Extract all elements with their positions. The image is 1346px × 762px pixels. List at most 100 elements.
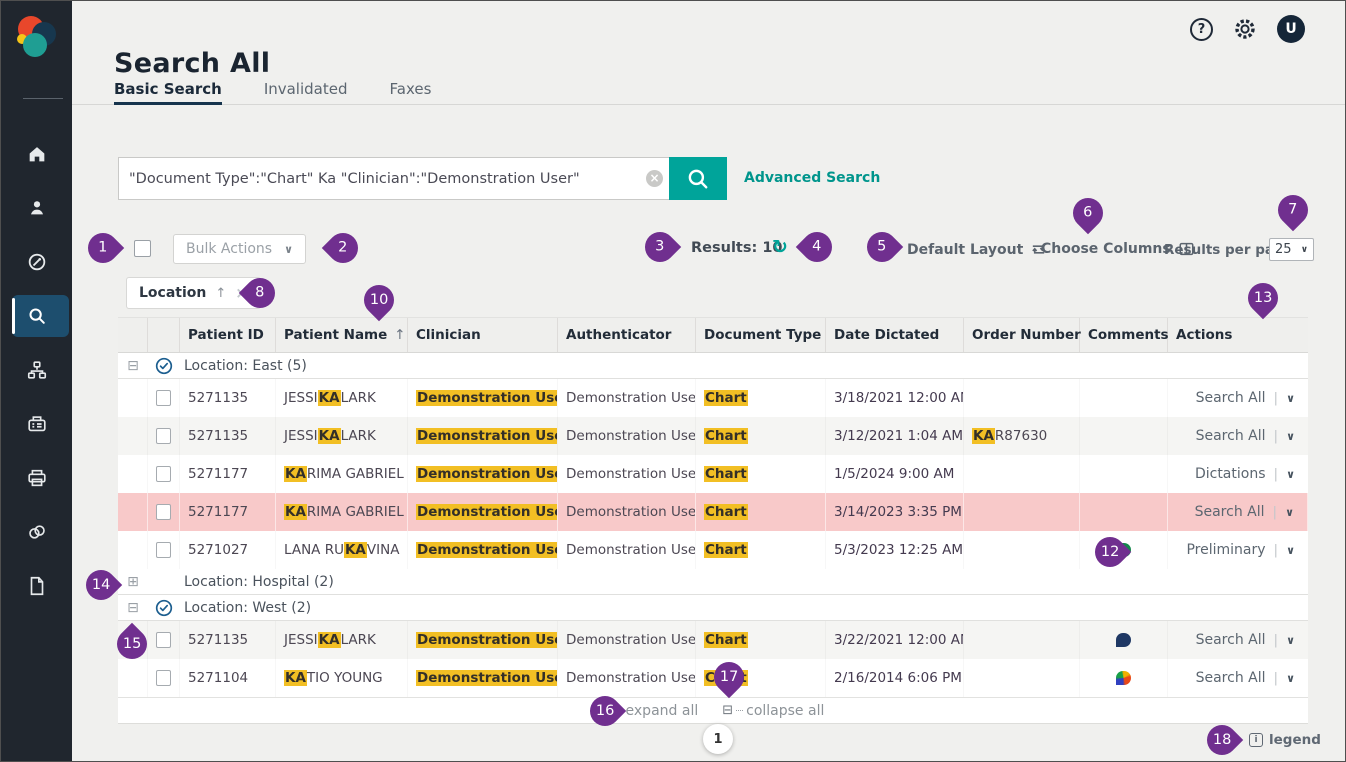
sidebar-nav — [1, 127, 72, 613]
action-chevron-down-icon[interactable]: ∨ — [1286, 392, 1295, 405]
page-button-1[interactable]: 1 — [703, 724, 733, 754]
sidebar-item-documents[interactable] — [1, 559, 72, 613]
action-separator: | — [1274, 466, 1279, 482]
row-action-link[interactable]: Preliminary — [1186, 542, 1265, 558]
group-label: Location: East (5) — [180, 358, 1308, 374]
action-chevron-down-icon[interactable]: ∨ — [1285, 506, 1294, 519]
callout-number: 16 — [596, 703, 614, 719]
text-segment: R87630 — [995, 428, 1047, 444]
search-term-highlight: Chart — [704, 632, 748, 648]
tab-faxes[interactable]: Faxes — [390, 80, 432, 105]
callout-number: 5 — [877, 239, 886, 255]
search-term-highlight: KA — [972, 428, 995, 444]
column-header-order-number[interactable]: Order Number — [964, 318, 1080, 352]
legend-button[interactable]: i legend — [1249, 732, 1321, 748]
cell-order-number — [964, 455, 1080, 493]
callout-badge-14: 14 — [80, 564, 122, 606]
search-term-highlight: KA — [344, 542, 367, 558]
sidebar-item-home[interactable] — [1, 127, 72, 181]
action-chevron-down-icon[interactable]: ∨ — [1286, 430, 1295, 443]
row-checkbox[interactable] — [156, 466, 171, 482]
column-header-date-dictated[interactable]: Date Dictated — [826, 318, 964, 352]
sidebar-item-search[interactable] — [1, 289, 72, 343]
help-icon[interactable]: ? — [1190, 18, 1213, 41]
row-action-link[interactable]: Dictations — [1195, 466, 1266, 482]
cell-patient-id: 5271177 — [180, 493, 276, 531]
row-checkbox[interactable] — [156, 428, 171, 444]
select-all-checkbox[interactable] — [134, 240, 151, 257]
row-checkbox[interactable] — [156, 632, 171, 648]
bulk-actions-select[interactable]: Bulk Actions ∨ — [173, 234, 306, 264]
sort-asc-icon[interactable]: ↑ — [394, 327, 405, 343]
action-chevron-down-icon[interactable]: ∨ — [1286, 634, 1295, 647]
cell-clinician: Demonstration User — [408, 417, 558, 455]
column-header-patient-name[interactable]: Patient Name↑ — [276, 318, 408, 352]
comment-bubble-icon[interactable] — [1116, 633, 1131, 647]
search-button[interactable] — [669, 157, 727, 200]
cell-authenticator: Demonstration User — [558, 493, 696, 531]
row-action-link[interactable]: Search All — [1196, 670, 1266, 686]
tab-basic-search[interactable]: Basic Search — [114, 80, 222, 105]
search-term-highlight: KA — [318, 428, 341, 444]
row-checkbox-cell — [148, 531, 180, 569]
row-action-link[interactable]: Search All — [1196, 428, 1266, 444]
cell-order-number — [964, 379, 1080, 417]
cell-patient-name: JESSIKA LARK — [276, 417, 408, 455]
legend-label: legend — [1269, 732, 1321, 748]
sidebar-item-links[interactable] — [1, 505, 72, 559]
column-header-clinician[interactable]: Clinician — [408, 318, 558, 352]
row-action-link[interactable]: Search All — [1195, 504, 1265, 520]
results-per-page-select[interactable]: 25 ∨ — [1269, 238, 1314, 261]
search-term-highlight: Demonstration User — [416, 466, 558, 482]
sidebar-item-worklist[interactable] — [1, 343, 72, 397]
group-check-icon[interactable] — [148, 357, 180, 375]
search-term-highlight: KA — [284, 466, 307, 482]
column-header-document-type[interactable]: Document Type — [696, 318, 826, 352]
row-spacer-cell — [118, 659, 148, 697]
sidebar-item-fax[interactable] — [1, 397, 72, 451]
column-header-patient-id[interactable]: Patient ID — [180, 318, 276, 352]
action-chevron-down-icon[interactable]: ∨ — [1286, 672, 1295, 685]
user-avatar[interactable]: U — [1277, 15, 1305, 43]
clear-search-icon[interactable]: × — [646, 170, 663, 187]
default-layout-button[interactable]: Default Layout — [907, 241, 1047, 258]
results-table: Patient IDPatient Name↑ClinicianAuthenti… — [118, 317, 1308, 724]
group-check-icon[interactable] — [148, 599, 180, 617]
row-checkbox[interactable] — [156, 670, 171, 686]
row-checkbox[interactable] — [156, 504, 171, 520]
sidebar-item-patients[interactable] — [1, 181, 72, 235]
tab-invalidated[interactable]: Invalidated — [264, 80, 348, 105]
group-expand-icon[interactable]: ⊞ — [118, 574, 148, 590]
group-collapse-icon[interactable]: ⊟ — [118, 358, 148, 374]
row-checkbox[interactable] — [156, 542, 171, 558]
search-input[interactable] — [118, 157, 669, 200]
advanced-search-link[interactable]: Advanced Search — [744, 170, 880, 186]
info-icon: i — [1249, 733, 1263, 747]
row-checkbox[interactable] — [156, 390, 171, 406]
column-header-comments[interactable]: Comments — [1080, 318, 1168, 352]
group-collapse-icon[interactable]: ⊟ — [118, 600, 148, 616]
action-chevron-down-icon[interactable]: ∨ — [1286, 544, 1295, 557]
cell-authenticator: Demonstration User — [558, 455, 696, 493]
cell-comments — [1080, 455, 1168, 493]
text-segment: LARK — [341, 390, 376, 406]
row-spacer-cell — [118, 531, 148, 569]
sort-asc-icon[interactable]: ↑ — [215, 286, 226, 301]
row-action-link[interactable]: Search All — [1196, 390, 1266, 406]
column-header-authenticator[interactable]: Authenticator — [558, 318, 696, 352]
sidebar-item-dashboard[interactable] — [1, 235, 72, 289]
cell-document-type: Chart — [696, 455, 826, 493]
settings-gear-icon[interactable] — [1233, 17, 1257, 41]
cell-comments — [1080, 493, 1168, 531]
default-layout-label: Default Layout — [907, 242, 1023, 258]
refresh-icon[interactable]: ↻ — [772, 236, 788, 258]
row-action-link[interactable]: Search All — [1196, 632, 1266, 648]
group-label: Location: West (2) — [180, 600, 1308, 616]
comment-bubble-icon[interactable] — [1116, 671, 1131, 685]
sidebar-item-print[interactable] — [1, 451, 72, 505]
column-header-actions[interactable]: Actions — [1168, 318, 1308, 352]
search-icon — [26, 305, 48, 327]
results-per-page-value: 25 — [1275, 242, 1292, 257]
collapse-all-button[interactable]: ⊟ collapse all — [722, 703, 824, 719]
action-chevron-down-icon[interactable]: ∨ — [1286, 468, 1295, 481]
